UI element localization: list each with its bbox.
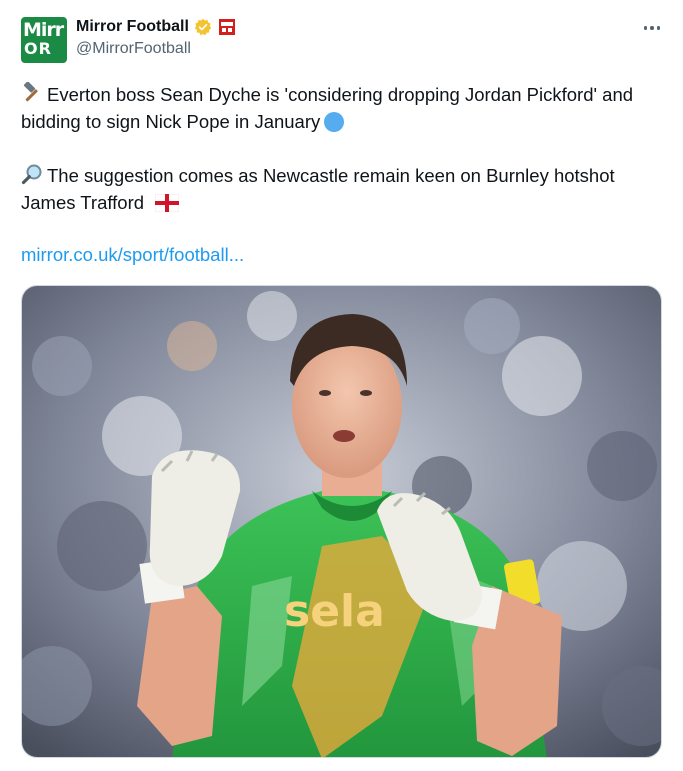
magnifying-glass-icon	[21, 164, 42, 185]
avatar[interactable]: Mirr OR	[21, 17, 67, 63]
blue-circle-icon	[324, 112, 345, 132]
affiliate-badge-icon[interactable]	[218, 19, 235, 35]
tweet-media-photo[interactable]: sela	[21, 285, 662, 758]
more-options-icon[interactable]	[641, 17, 663, 39]
tweet-card[interactable]: Mirr OR Mirror Football @MirrorFootball …	[0, 0, 683, 771]
jersey-sponsor-text: sela	[284, 586, 385, 637]
goalkeeper-photo: sela	[22, 286, 661, 757]
gold-verified-check-icon[interactable]	[194, 18, 212, 36]
article-link[interactable]: mirror.co.uk/sport/football...	[21, 244, 244, 266]
avatar-logo-text-bottom: OR	[24, 39, 52, 58]
tweet-text-paragraph-1: Everton boss Sean Dyche is 'considering …	[21, 81, 671, 135]
author-display-name[interactable]: Mirror Football	[76, 18, 189, 36]
author-name-row: Mirror Football	[76, 16, 235, 38]
author-handle[interactable]: @MirrorFootball	[76, 40, 191, 58]
england-flag-icon	[155, 194, 180, 212]
tweet-text-line-2: The suggestion comes as Newcastle remain…	[21, 165, 615, 213]
avatar-logo-text-top: Mirr	[23, 19, 64, 41]
hammer-icon	[23, 82, 38, 102]
tweet-text-paragraph-2: The suggestion comes as Newcastle remain…	[21, 162, 671, 216]
